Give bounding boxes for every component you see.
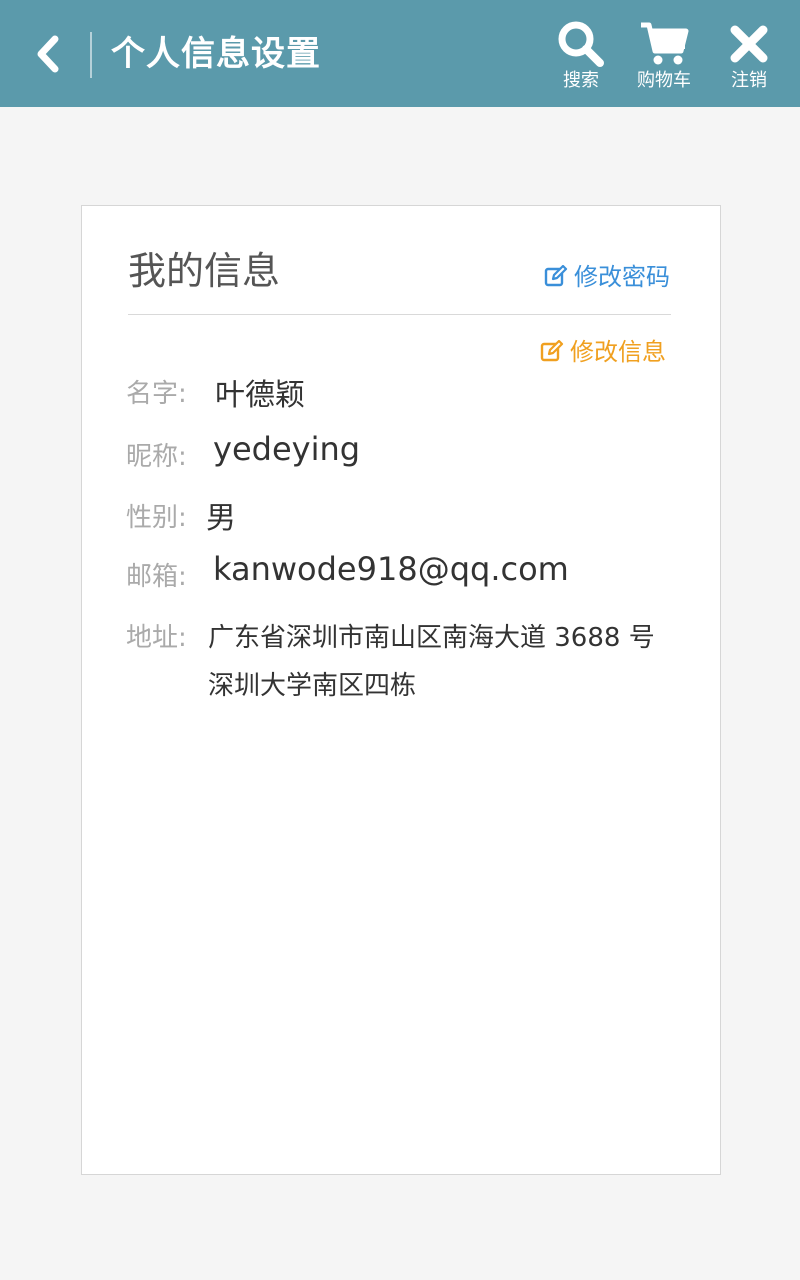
logout-label: 注销 <box>731 70 767 91</box>
field-label: 地址: <box>126 623 187 653</box>
cart-label: 购物车 <box>637 70 691 91</box>
field-value: 叶德颖 <box>215 378 305 413</box>
cart-button[interactable]: 购物车 <box>624 18 704 100</box>
logout-button[interactable]: 注销 <box>709 18 789 100</box>
field-value: kanwode918@qq.com <box>213 550 569 588</box>
search-label: 搜索 <box>563 70 599 91</box>
change-password-link[interactable]: 修改密码 <box>544 262 670 292</box>
edit-info-label: 修改信息 <box>570 338 666 366</box>
field-label: 邮箱: <box>126 562 187 592</box>
header-divider <box>90 32 92 78</box>
edit-info-link[interactable]: 修改信息 <box>540 337 666 367</box>
edit-icon <box>544 265 568 287</box>
field-label: 性别: <box>126 503 187 533</box>
title-divider <box>128 314 671 315</box>
chevron-left-icon <box>37 35 59 73</box>
profile-card: 我的信息 修改密码 修改信息 名字: 叶德颖 昵称: yedeying 性别: … <box>81 205 721 1175</box>
search-button[interactable]: 搜索 <box>541 18 621 100</box>
close-icon <box>730 25 768 63</box>
edit-icon <box>540 340 564 362</box>
page-title: 个人信息设置 <box>111 34 321 74</box>
cart-icon <box>641 22 689 65</box>
field-value: yedeying <box>213 430 361 468</box>
card-title: 我的信息 <box>128 249 281 293</box>
change-password-label: 修改密码 <box>574 263 670 291</box>
back-button[interactable] <box>24 26 72 82</box>
field-label: 昵称: <box>126 442 187 472</box>
search-icon <box>558 21 604 67</box>
top-app-bar: 个人信息设置 搜索 购物车 注销 <box>0 0 800 107</box>
field-label: 名字: <box>126 379 187 409</box>
address-value: 广东省深圳市南山区南海大道 3688 号 深圳大学南区四栋 <box>208 623 655 701</box>
field-value: 男 <box>206 501 236 536</box>
